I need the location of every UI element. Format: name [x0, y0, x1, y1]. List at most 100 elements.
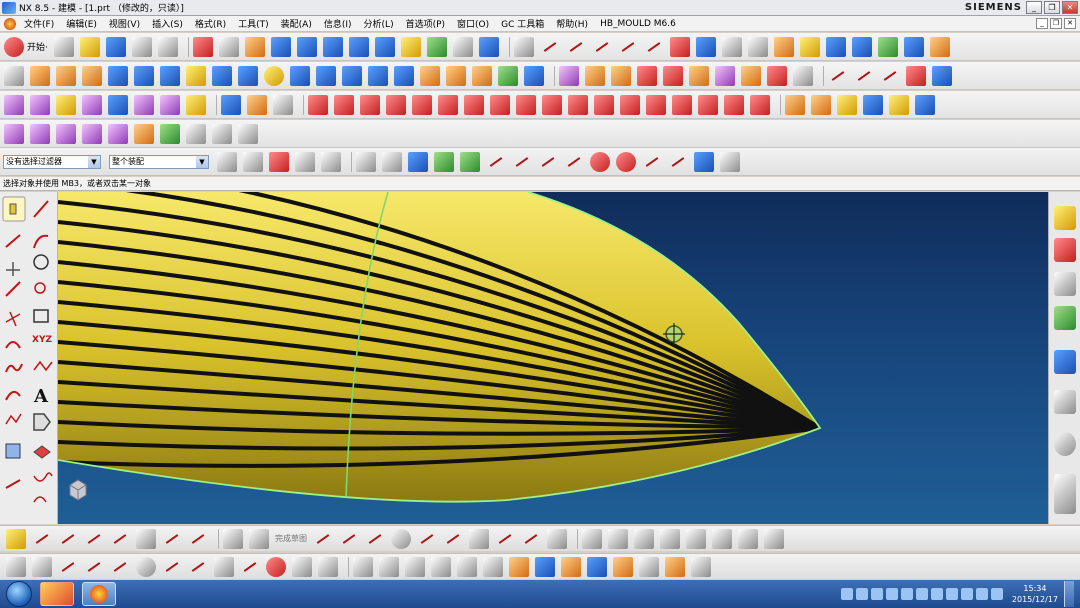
point-tool-icon[interactable]: [34, 282, 46, 294]
render-style-icon[interactable]: [218, 36, 239, 57]
sketch-tool-5-icon[interactable]: [110, 529, 130, 549]
menu-information[interactable]: 信息(I): [318, 17, 358, 30]
edit-surface-13-icon[interactable]: [620, 94, 640, 115]
rectangle-select-icon[interactable]: [356, 151, 376, 172]
sketch-line-icon[interactable]: [33, 200, 49, 218]
xyz-label[interactable]: XYZ: [32, 335, 52, 345]
menu-window[interactable]: 窗口(O): [451, 17, 495, 30]
menu-analysis[interactable]: 分析(L): [358, 17, 400, 30]
rectangle-tool-icon[interactable]: [33, 309, 49, 323]
doc-minimize-button[interactable]: _: [1036, 18, 1048, 29]
profile-icon[interactable]: [313, 529, 333, 549]
menu-assembly[interactable]: 装配(A): [275, 17, 318, 30]
snap-option-icon[interactable]: [295, 151, 315, 172]
draft-icon[interactable]: [663, 65, 683, 86]
select-intent-icon[interactable]: [321, 151, 341, 172]
box-icon[interactable]: [342, 65, 362, 86]
view-top-icon[interactable]: [374, 36, 395, 57]
sketch-arc-2-icon[interactable]: [110, 557, 130, 577]
sketch-circle-2-icon[interactable]: [136, 556, 156, 577]
new-file-icon[interactable]: [53, 36, 74, 57]
edit-surface-6-icon[interactable]: [438, 94, 458, 115]
mirror-tool-icon[interactable]: [33, 445, 51, 459]
spline-icon[interactable]: [880, 66, 900, 86]
help-icon[interactable]: [855, 588, 868, 600]
fillet-sketch-icon[interactable]: [417, 529, 437, 549]
thread-icon[interactable]: [446, 65, 466, 86]
offset-curve-icon[interactable]: [906, 65, 926, 86]
sketch-tool-8-icon[interactable]: [188, 529, 208, 549]
surface-5-icon[interactable]: [108, 94, 128, 115]
start-menu-button[interactable]: 开始·: [27, 40, 48, 53]
spline-tool-icon[interactable]: [5, 363, 23, 373]
menu-help[interactable]: 帮助(H): [550, 17, 594, 30]
swept-icon[interactable]: [273, 94, 293, 115]
sketch-profile-2-icon[interactable]: [58, 557, 78, 577]
shape-studio-4-icon[interactable]: [863, 94, 883, 115]
chamfer-icon[interactable]: [611, 65, 631, 86]
menu-file[interactable]: 文件(F): [18, 17, 60, 30]
shape-studio-1-icon[interactable]: [785, 94, 805, 115]
arc-sketch-icon[interactable]: [365, 529, 385, 549]
wcs-icon[interactable]: [540, 37, 560, 57]
intersect-tool-icon[interactable]: [5, 311, 21, 327]
wcs-rotate-icon[interactable]: [592, 37, 612, 57]
keyboard-icon[interactable]: [840, 588, 853, 600]
filter-settings-icon[interactable]: [217, 151, 237, 172]
menu-tools[interactable]: 工具(T): [232, 17, 275, 30]
surface-3-icon[interactable]: [56, 94, 76, 115]
snap-on-face-icon[interactable]: [694, 151, 714, 172]
chevron-down-icon[interactable]: ▼: [88, 155, 100, 168]
chevron-down-icon[interactable]: ▼: [196, 155, 208, 168]
system-clock[interactable]: 15:34 2015/12/17: [1012, 583, 1058, 605]
edit-surface-12-icon[interactable]: [594, 94, 614, 115]
snap-point-icon[interactable]: [269, 151, 289, 172]
menu-edit[interactable]: 编辑(E): [60, 17, 103, 30]
snap-on-curve-icon[interactable]: [668, 152, 688, 172]
freeform-7-icon[interactable]: [160, 123, 180, 144]
edit-surface-14-icon[interactable]: [646, 94, 666, 115]
sketch-last-icon[interactable]: [691, 556, 711, 577]
sketch-revolve-2-icon[interactable]: [561, 556, 581, 577]
snap-arc-center-icon[interactable]: [564, 152, 584, 172]
view-right-icon[interactable]: [426, 36, 447, 57]
trim-body-icon[interactable]: [559, 65, 579, 86]
edit-surface-11-icon[interactable]: [568, 94, 588, 115]
yellow-surface-body[interactable]: [58, 192, 820, 502]
edit-surface-4-icon[interactable]: [386, 94, 406, 115]
sketch-point-2-icon[interactable]: [266, 556, 286, 577]
line-icon[interactable]: [828, 66, 848, 86]
snap-icon[interactable]: [903, 36, 924, 57]
copy-icon[interactable]: [157, 36, 178, 57]
show-desktop-button[interactable]: [1064, 581, 1074, 607]
view-wireframe-icon[interactable]: [322, 36, 343, 57]
security-icon[interactable]: [915, 588, 928, 600]
mirror-icon[interactable]: [877, 36, 898, 57]
display-icon[interactable]: [975, 588, 988, 600]
extend-sketch-icon[interactable]: [608, 528, 628, 549]
input-method-icon[interactable]: [870, 588, 883, 600]
constraint-sketch-icon[interactable]: [738, 528, 758, 549]
snap-intersect-icon[interactable]: [538, 152, 558, 172]
rectangle-sketch-icon[interactable]: [469, 528, 489, 549]
doc-restore-button[interactable]: ❐: [1050, 18, 1062, 29]
taskbar-app-media-icon[interactable]: [40, 582, 74, 606]
chamfer-sketch-icon[interactable]: [443, 529, 463, 549]
circle-sketch-icon[interactable]: [391, 528, 411, 549]
grid-icon[interactable]: [720, 151, 740, 172]
transform-icon[interactable]: [851, 36, 872, 57]
network-icon[interactable]: [945, 588, 958, 600]
freeform-2-icon[interactable]: [30, 123, 50, 144]
edit-surface-10-icon[interactable]: [542, 94, 562, 115]
surface-2-icon[interactable]: [30, 94, 50, 115]
sketch-trim-2-icon[interactable]: [353, 556, 373, 577]
wcs-origin-icon[interactable]: [566, 37, 586, 57]
sphere-icon[interactable]: [264, 65, 284, 86]
sketch-rect-2-icon[interactable]: [214, 556, 234, 577]
analysis-icon[interactable]: [773, 36, 794, 57]
pattern-icon[interactable]: [472, 65, 492, 86]
doc-close-button[interactable]: ✕: [1064, 18, 1076, 29]
menu-hb-mould[interactable]: HB_MOULD M6.6: [594, 19, 682, 29]
corner-sketch-icon[interactable]: [634, 528, 654, 549]
snap-circle-icon[interactable]: [590, 151, 610, 172]
